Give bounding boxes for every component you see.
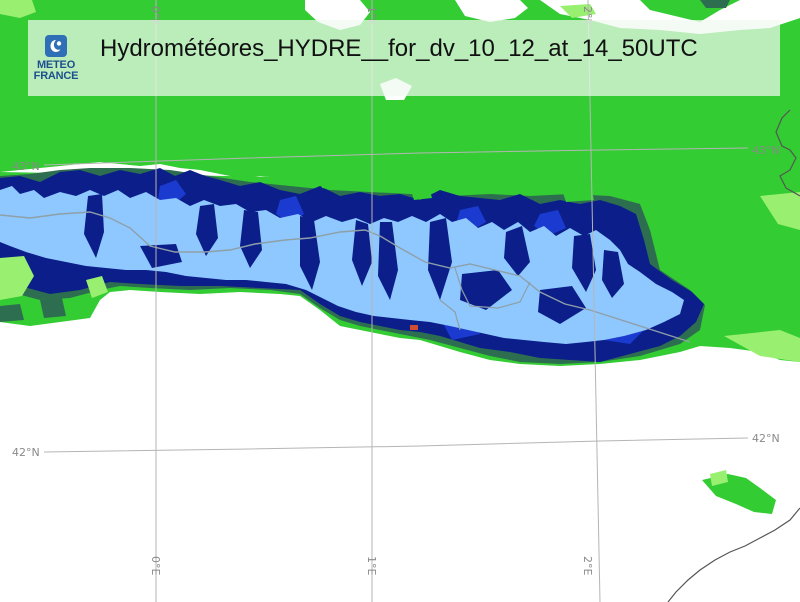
lat-label-43-right: 43°N [752,144,780,157]
logo-text-meteo: METEO [36,58,76,71]
meteo-france-emblem-icon [45,34,67,57]
rain-notch [320,170,336,190]
title-bar: METEO FRANCE Hydrométéores_HYDRE__for_dv… [28,20,780,96]
lat-label-42-left: 42°N [12,446,40,459]
meteo-france-emblem-icon [50,39,62,52]
drizzle-patch [40,298,66,318]
logo-text-france: FRANCE [33,69,79,82]
map-title: Hydrométéores_HYDRE__for_dv_10_12_at_14_… [100,35,698,62]
lat-label-43-left: 43°N [12,160,40,173]
lon-label-1-bottom: 1°E [365,556,378,575]
lat-label-42-right: 42°N [752,432,780,445]
coastline [667,507,800,602]
drizzle-patch [0,304,24,322]
graupel-dot [410,325,418,330]
meteo-france-logo: METEO FRANCE [28,20,84,96]
lon-label-2-bottom: 2°E [581,556,594,575]
lon-label-0-bottom: 0°E [149,556,162,575]
rain-notch [560,182,594,202]
